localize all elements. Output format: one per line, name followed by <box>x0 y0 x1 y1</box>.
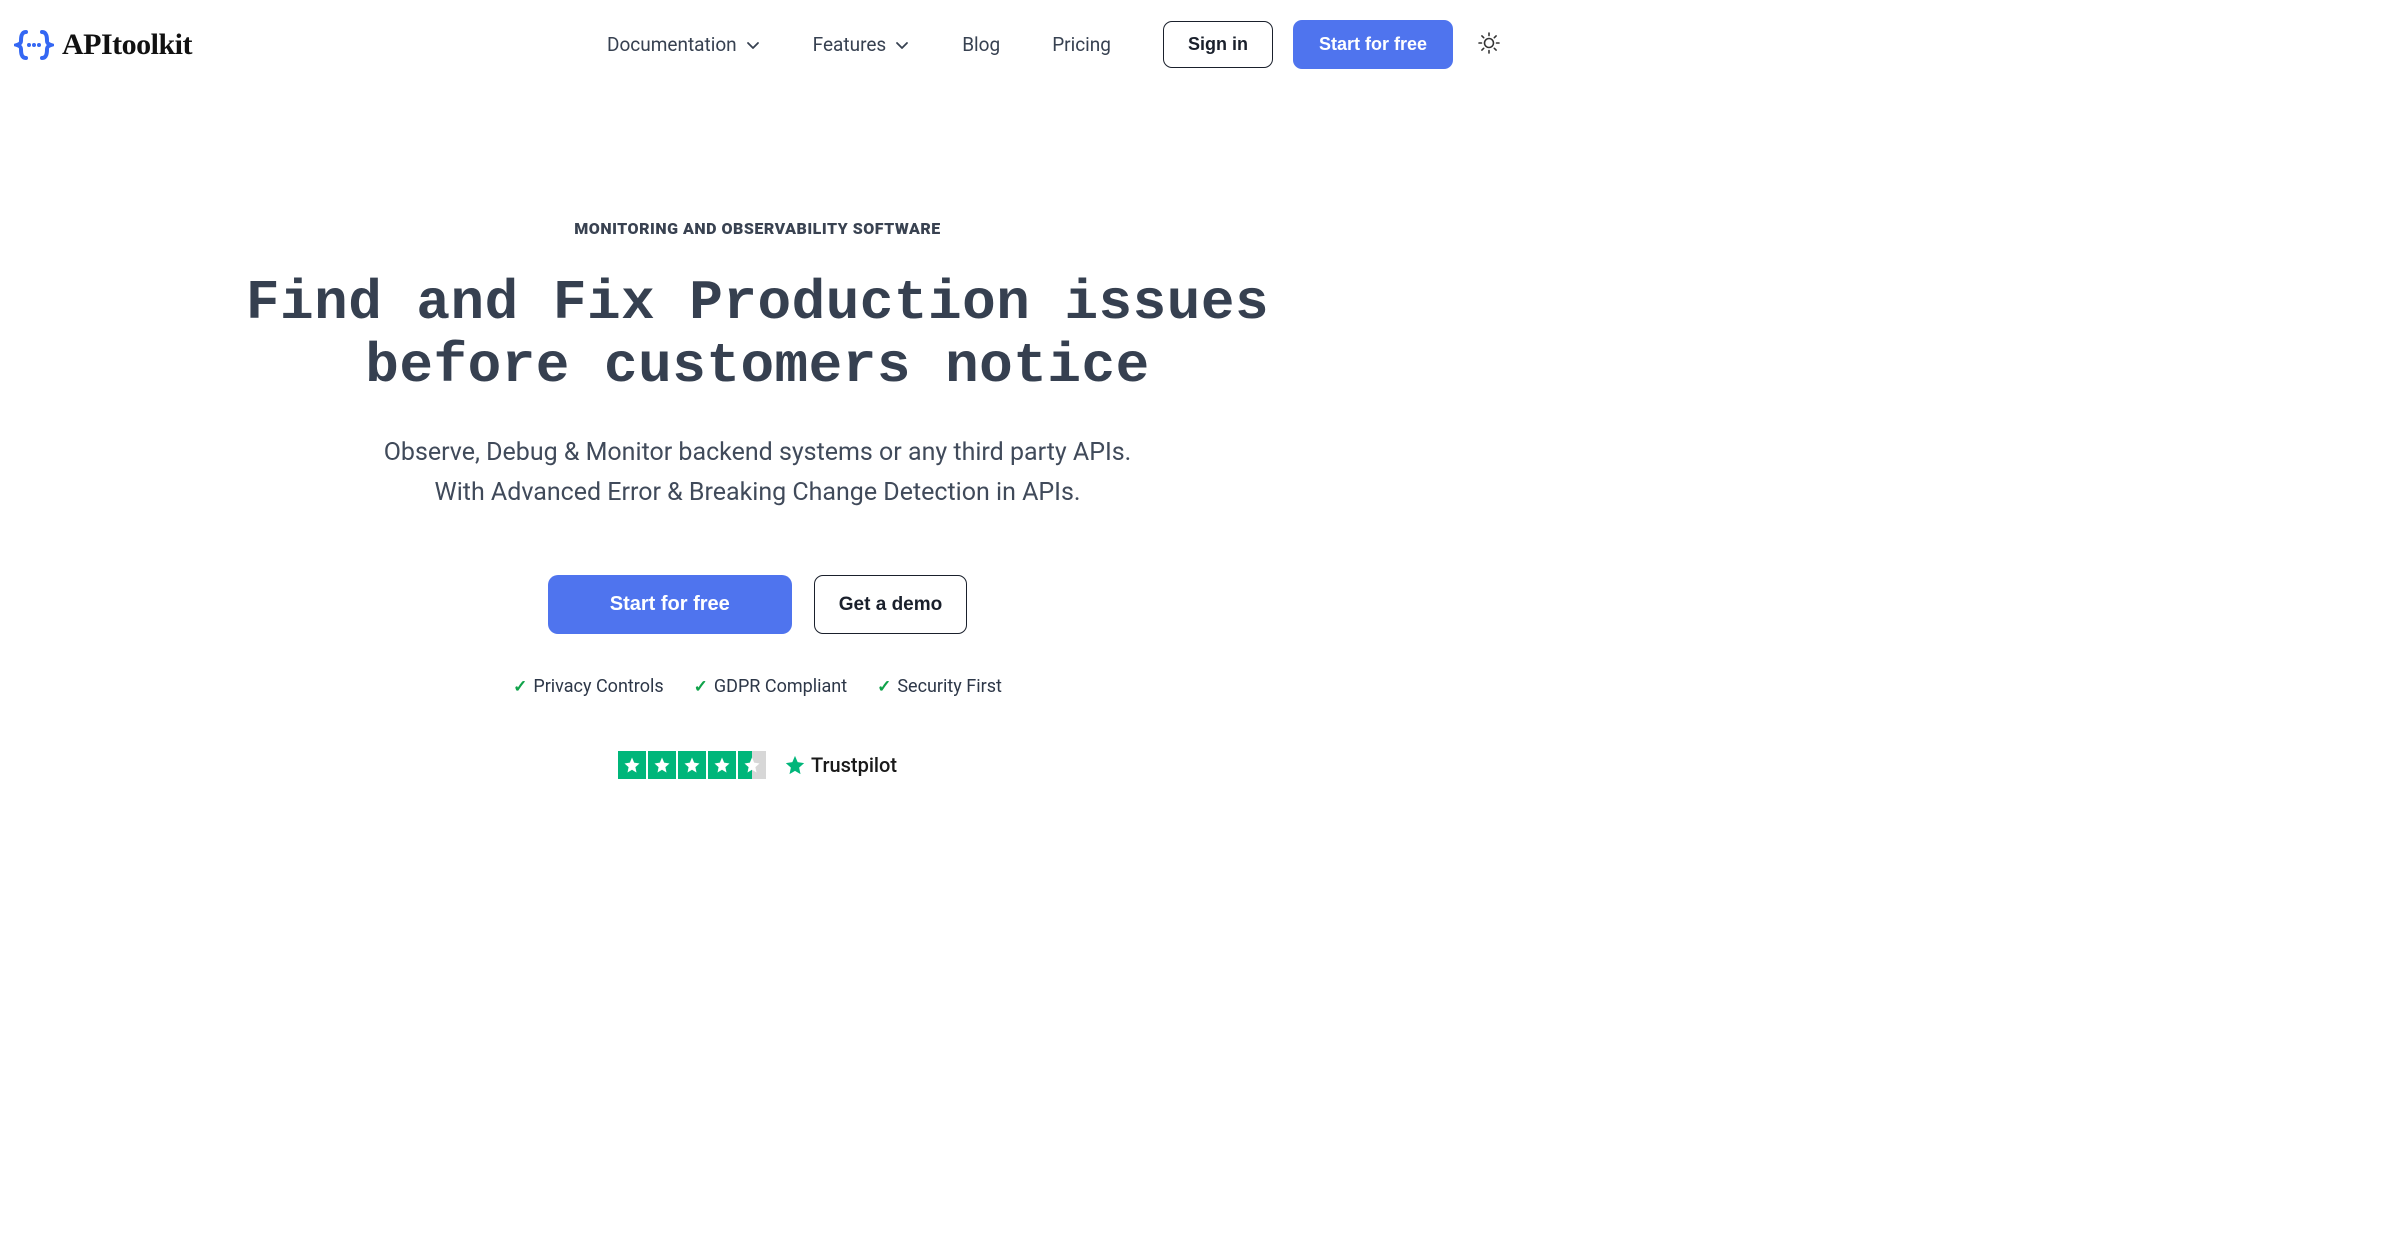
hero-sub-line1: Observe, Debug & Monitor backend systems… <box>384 438 1132 467</box>
sun-icon <box>1477 31 1501 55</box>
chevron-down-icon <box>894 37 910 53</box>
chevron-down-icon <box>745 37 761 53</box>
check-icon: ✓ <box>513 677 527 697</box>
badge-privacy: ✓ Privacy Controls <box>513 676 664 697</box>
trustpilot-stars <box>618 751 766 779</box>
logo[interactable]: APItoolkit <box>14 28 192 62</box>
hero-headline: Find and Fix Production issues before cu… <box>60 272 1455 397</box>
nav-blog[interactable]: Blog <box>962 33 1000 56</box>
trustpilot-brand: Trustpilot <box>784 753 897 777</box>
nav-features[interactable]: Features <box>813 33 911 56</box>
nav-pricing[interactable]: Pricing <box>1052 33 1111 56</box>
main-nav: Documentation Features Blog Pricing Sign… <box>607 20 1501 69</box>
cta-row: Start for free Get a demo <box>60 575 1455 634</box>
sign-in-button[interactable]: Sign in <box>1163 21 1273 68</box>
hero-sub-line2: With Advanced Error & Breaking Change De… <box>435 478 1081 507</box>
badge-security: ✓ Security First <box>877 676 1002 697</box>
check-icon: ✓ <box>694 677 708 697</box>
check-icon: ✓ <box>877 677 891 697</box>
star-icon <box>708 751 736 779</box>
header: APItoolkit Documentation Features Blog P… <box>0 0 1515 89</box>
badge-gdpr: ✓ GDPR Compliant <box>694 676 847 697</box>
star-icon <box>618 751 646 779</box>
logo-text: APItoolkit <box>62 28 192 62</box>
start-for-free-button[interactable]: Start for free <box>1293 20 1453 69</box>
badge-gdpr-label: GDPR Compliant <box>714 676 847 697</box>
nav-blog-label: Blog <box>962 33 1000 56</box>
star-icon <box>678 751 706 779</box>
cta-get-demo-button[interactable]: Get a demo <box>814 575 967 634</box>
hero-subhead: Observe, Debug & Monitor backend systems… <box>60 433 1455 513</box>
logo-braces-icon <box>14 29 54 61</box>
star-half-icon <box>738 751 766 779</box>
badge-privacy-label: Privacy Controls <box>533 676 663 697</box>
star-icon <box>648 751 676 779</box>
theme-toggle[interactable] <box>1477 31 1501 59</box>
nav-documentation[interactable]: Documentation <box>607 33 761 56</box>
header-actions: Sign in Start for free <box>1163 20 1501 69</box>
nav-features-label: Features <box>813 33 887 56</box>
hero: MONITORING AND OBSERVABILITY SOFTWARE Fi… <box>0 219 1515 779</box>
hero-headline-line2: before customers notice <box>365 334 1149 398</box>
trust-badges: ✓ Privacy Controls ✓ GDPR Compliant ✓ Se… <box>60 676 1455 697</box>
nav-documentation-label: Documentation <box>607 33 737 56</box>
badge-security-label: Security First <box>897 676 1002 697</box>
trustpilot-star-icon <box>784 754 806 776</box>
trustpilot-widget[interactable]: Trustpilot <box>60 751 1455 779</box>
hero-eyebrow: MONITORING AND OBSERVABILITY SOFTWARE <box>60 219 1455 238</box>
nav-pricing-label: Pricing <box>1052 33 1111 56</box>
trustpilot-text: Trustpilot <box>811 753 897 777</box>
hero-headline-line1: Find and Fix Production issues <box>246 271 1269 335</box>
cta-start-for-free-button[interactable]: Start for free <box>548 575 792 634</box>
